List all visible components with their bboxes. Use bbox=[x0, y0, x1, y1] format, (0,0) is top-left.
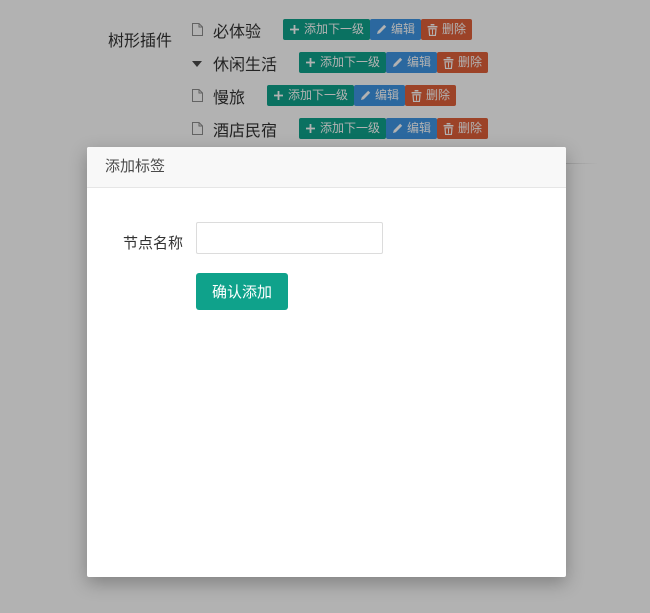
add-tag-dialog: 添加标签 节点名称 确认添加 bbox=[87, 147, 566, 577]
node-name-input[interactable] bbox=[196, 222, 383, 254]
confirm-add-button[interactable]: 确认添加 bbox=[196, 273, 288, 310]
dialog-body: 节点名称 确认添加 bbox=[87, 188, 566, 577]
dialog-title: 添加标签 bbox=[105, 158, 165, 175]
node-name-label: 节点名称 bbox=[123, 232, 183, 253]
dialog-header: 添加标签 bbox=[87, 147, 566, 188]
